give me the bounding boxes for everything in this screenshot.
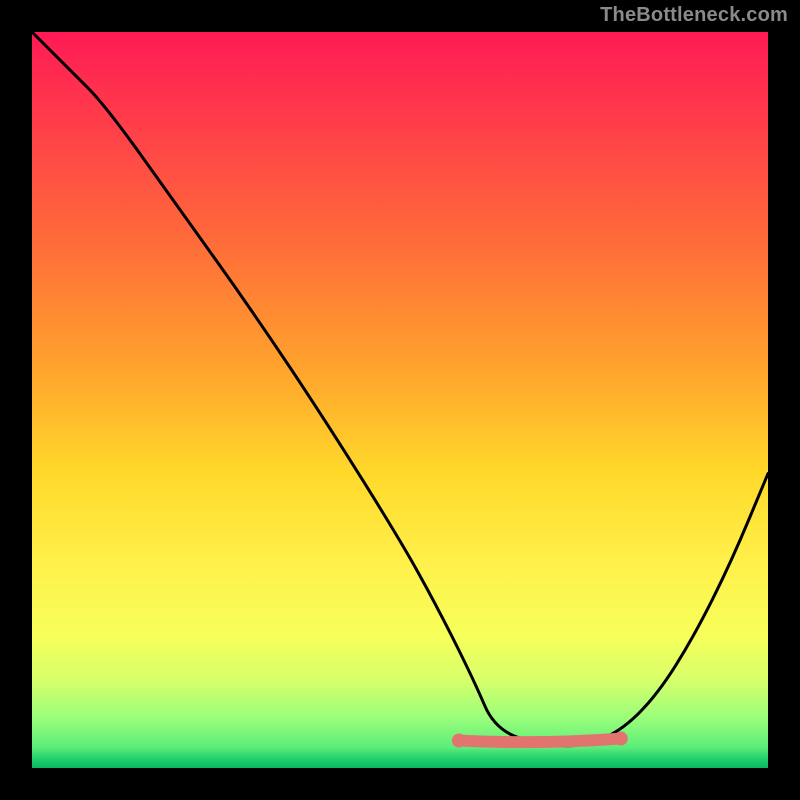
highlight-left-knob bbox=[452, 734, 466, 748]
bottleneck-curve-path bbox=[32, 32, 768, 746]
attribution-text: TheBottleneck.com bbox=[600, 4, 788, 27]
curve-layer bbox=[32, 32, 768, 768]
highlight-right-knob bbox=[614, 732, 628, 746]
highlight-band-path bbox=[459, 739, 621, 743]
plot-area bbox=[32, 32, 768, 768]
chart-frame: TheBottleneck.com bbox=[0, 0, 800, 800]
